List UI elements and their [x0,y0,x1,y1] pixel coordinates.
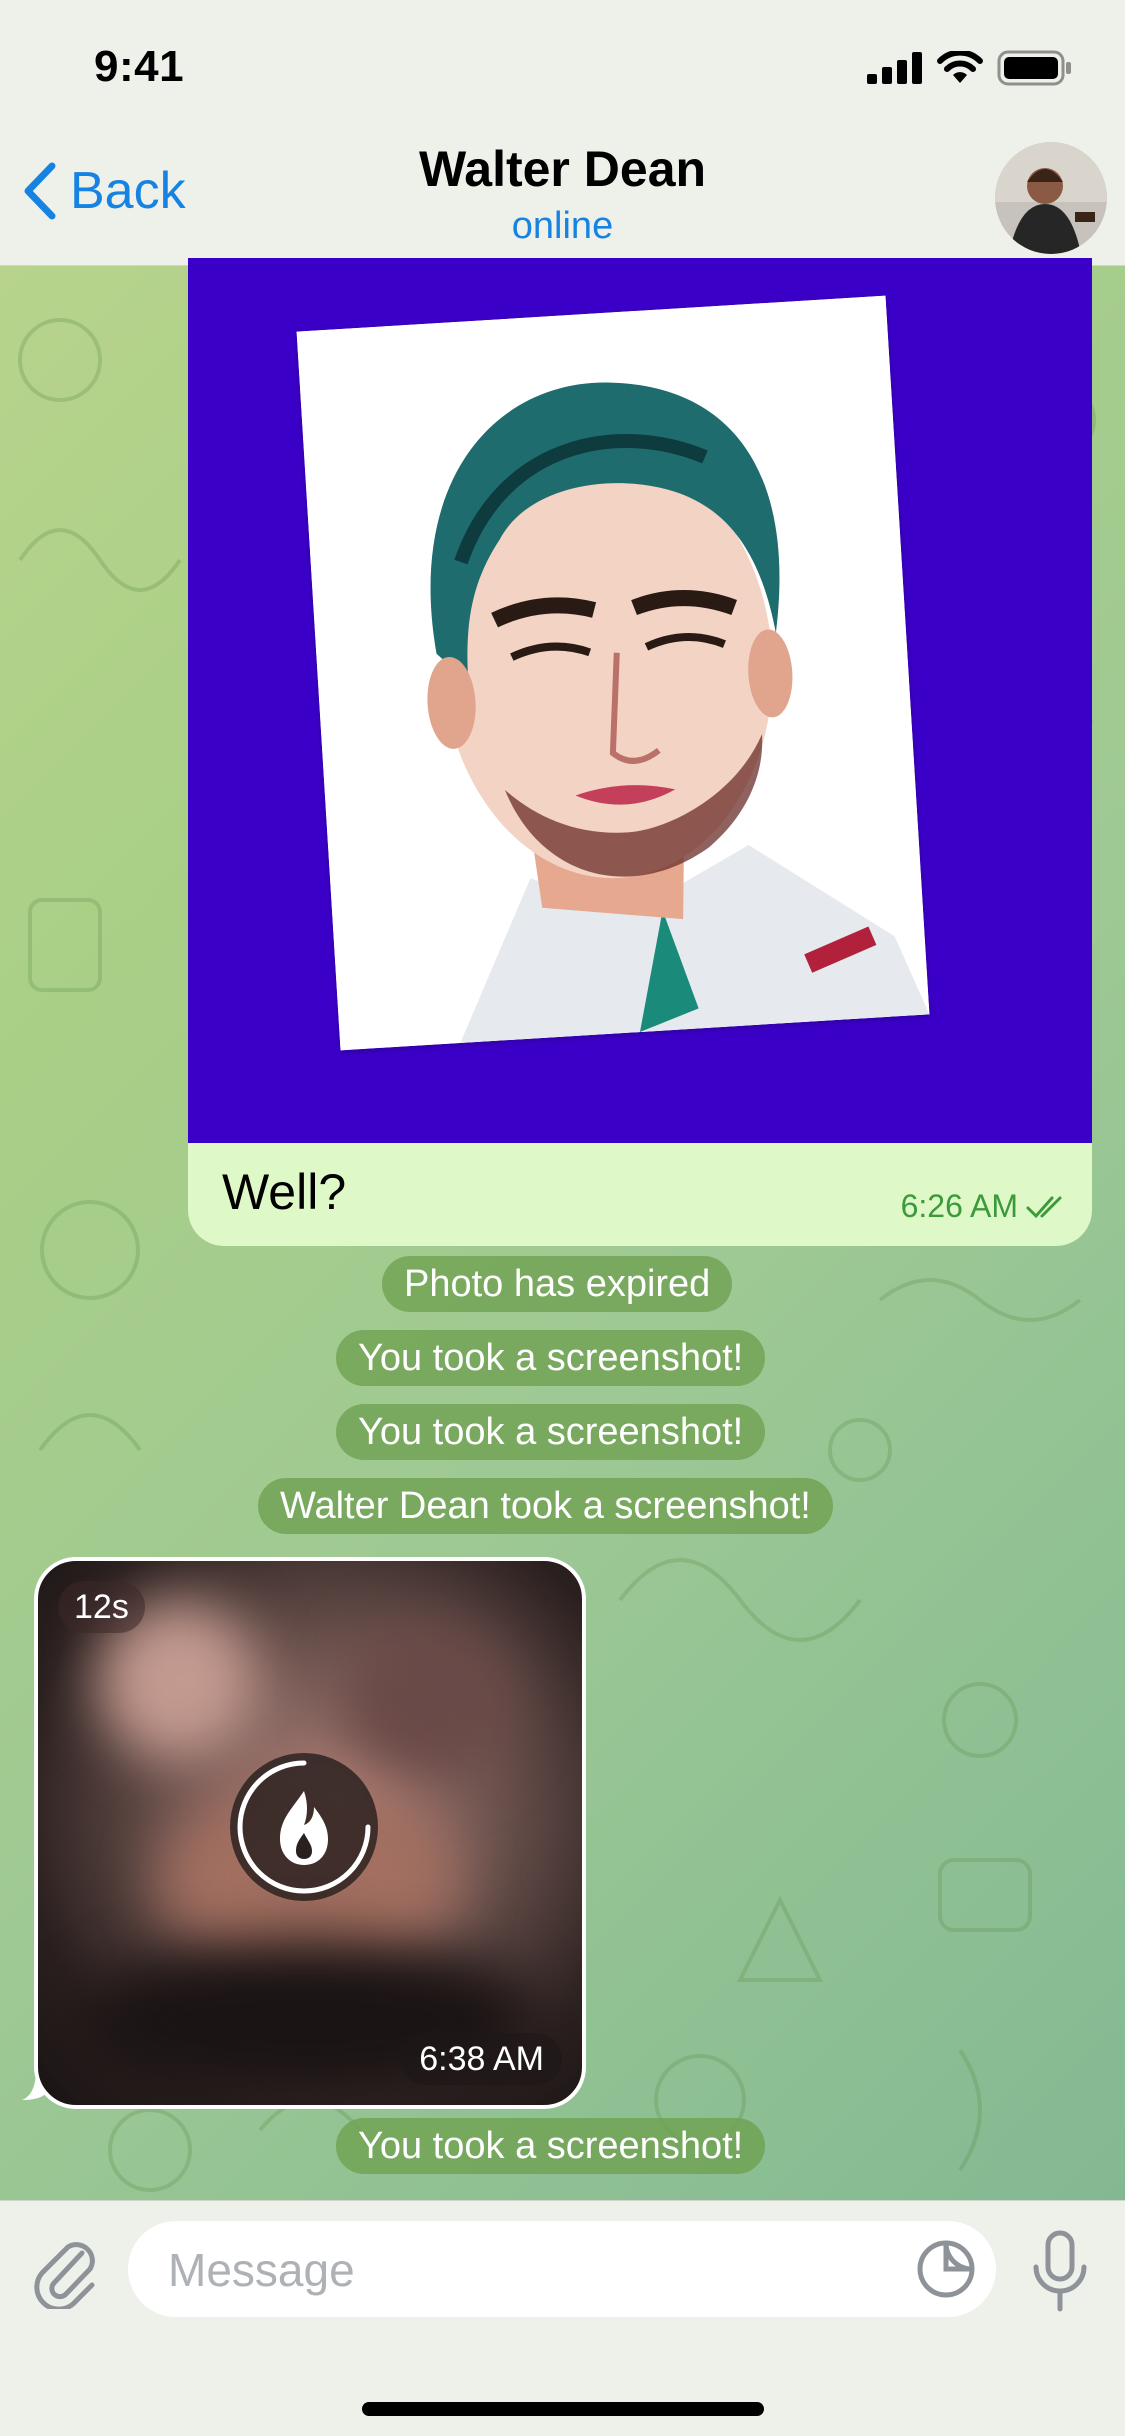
attach-icon[interactable] [30,2233,100,2309]
message-composer [0,2200,1125,2436]
chat-title[interactable]: Walter Dean [0,140,1125,198]
service-message: You took a screenshot! [336,2118,766,2174]
mic-icon[interactable] [1030,2229,1090,2313]
service-message: You took a screenshot! [336,1404,766,1460]
home-indicator[interactable] [362,2402,764,2416]
battery-icon [997,50,1071,86]
media-time: 6:38 AM [401,2033,562,2085]
service-message: You took a screenshot! [336,1330,766,1386]
view-secret-media-button[interactable] [230,1753,378,1901]
portrait-image [296,295,930,1051]
message-time: 6:26 AM [901,1188,1070,1225]
sent-photo[interactable] [188,258,1092,1143]
incoming-secret-media[interactable]: 12s 6:38 AM [34,1557,586,2109]
wifi-icon [937,51,983,83]
photo-caption: Well? [222,1164,347,1220]
chat-screen: 9:41 Back Walter Dean online Well? 6:26 … [0,0,1125,2436]
message-time-label: 6:26 AM [900,1188,1018,1224]
status-icons [867,50,1073,86]
double-check-icon [1026,1196,1062,1218]
message-input[interactable] [166,2221,910,2319]
signal-icon [867,52,922,84]
chat-status: online [511,205,614,247]
self-destruct-timer: 12s [58,1581,145,1633]
outgoing-photo-message[interactable]: Well? 6:26 AM [188,258,1092,1246]
service-message: Walter Dean took a screenshot! [258,1478,833,1534]
fire-icon [237,1760,371,1894]
status-time: 9:41 [94,42,185,91]
service-message: Photo has expired [382,1256,733,1312]
sticker-icon[interactable] [916,2239,976,2299]
message-field[interactable] [128,2221,996,2319]
navigation-header: 9:41 Back Walter Dean online [0,0,1125,266]
avatar[interactable] [995,142,1107,254]
